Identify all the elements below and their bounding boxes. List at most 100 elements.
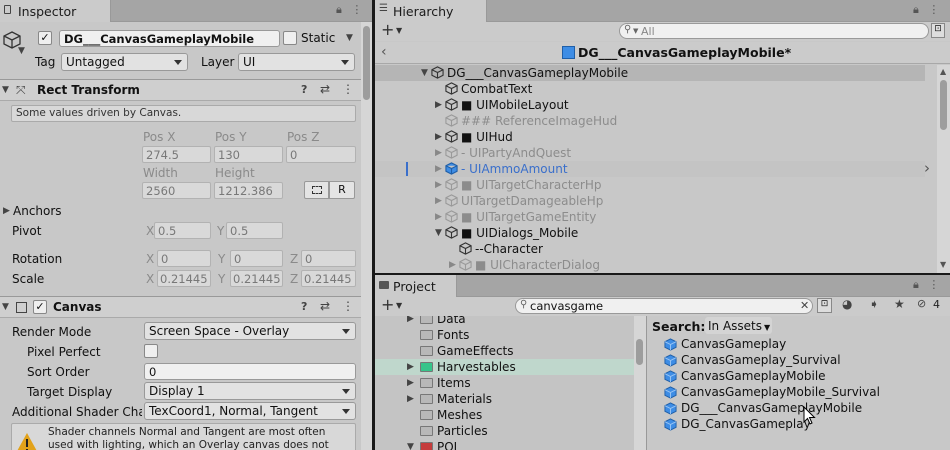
search-scope-dropdown[interactable]: In Assets ▼ (705, 317, 772, 334)
help-icon[interactable]: ? (301, 83, 307, 96)
hierarchy-item[interactable]: CombatText (375, 81, 925, 97)
search-result-item[interactable]: CanvasGameplay (647, 336, 950, 352)
hierarchy-item[interactable]: ▶ ■ UIHud (375, 129, 925, 145)
expand-right-icon[interactable]: ▶ (407, 378, 414, 388)
expand-right-icon[interactable]: ▶ (435, 132, 442, 142)
pos-z-field[interactable]: 0 (286, 146, 356, 163)
hidden-packages-icon[interactable]: ⊘ (917, 297, 926, 310)
canvas-enabled-checkbox[interactable]: ✓ (33, 300, 47, 314)
object-active-checkbox[interactable]: ✓ (38, 31, 52, 45)
canvas-foldout-icon[interactable]: ▼ (2, 302, 9, 312)
rect-transform-header[interactable]: ▼ ⤧ Rect Transform ? ⇄ ⋮ (0, 79, 361, 101)
hierarchy-create-dropdown-icon[interactable]: ▼ (396, 26, 402, 35)
search-result-item[interactable]: CanvasGameplay_Survival (647, 352, 950, 368)
clear-search-icon[interactable]: ✕ (800, 299, 809, 312)
search-result-item[interactable]: CanvasGameplayMobile (647, 368, 950, 384)
canvas-help-icon[interactable]: ? (301, 300, 307, 313)
hierarchy-item[interactable]: ▶ - UIPartyAndQuest (375, 145, 925, 161)
hierarchy-search-field[interactable]: ⚲ ▼ All (619, 23, 929, 39)
static-checkbox[interactable] (283, 31, 297, 45)
back-arrow-icon[interactable]: ‹ (381, 44, 387, 60)
expand-right-icon[interactable]: ▶ (407, 362, 414, 372)
folder-scrollbar[interactable] (634, 316, 646, 450)
expand-down-icon[interactable]: ▼ (435, 228, 442, 238)
hierarchy-menu-icon[interactable]: ⋮ (928, 3, 939, 16)
folder-item[interactable]: GameEffects (375, 343, 634, 359)
tab-project[interactable]: Project (375, 275, 457, 297)
search-result-item[interactable]: CanvasGameplayMobile_Survival (647, 384, 950, 400)
lock-icon[interactable]: 🔒︎ (336, 3, 342, 16)
expand-right-icon[interactable]: ▶ (435, 100, 442, 110)
expand-right-icon[interactable]: ▶ (435, 180, 442, 190)
layer-dropdown[interactable]: UI (238, 53, 355, 71)
search-by-type-icon[interactable]: ⊡ (817, 298, 832, 313)
folder-item[interactable]: Particles (375, 423, 634, 439)
expand-right-icon[interactable]: ▶ (435, 212, 442, 222)
project-create-icon[interactable]: + (381, 295, 394, 314)
hierarchy-item[interactable]: ▶ ■ UICharacterDialog (375, 257, 925, 273)
expand-right-icon[interactable]: ▶ (449, 260, 456, 270)
kebab-menu-icon[interactable]: ⋮ (351, 3, 362, 16)
hierarchy-item[interactable]: ▼ DG___CanvasGameplayMobile (375, 65, 925, 81)
pixel-perfect-checkbox[interactable] (144, 344, 158, 358)
hierarchy-item[interactable]: ▶ UITargetDamageableHp (375, 193, 925, 209)
hierarchy-create-icon[interactable]: + (381, 20, 394, 39)
blueprint-mode-button[interactable] (304, 181, 329, 199)
presets-icon[interactable]: ⇄ (320, 82, 330, 96)
project-lock-icon[interactable]: 🔒︎ (913, 278, 919, 291)
hierarchy-item[interactable]: ▶ - UIAmmoAmount › (375, 159, 930, 177)
anchors-label[interactable]: Anchors (13, 204, 62, 218)
hierarchy-scroll-down-icon[interactable]: ▼ (940, 260, 946, 269)
expand-right-icon[interactable]: ▶ (435, 164, 442, 174)
render-mode-dropdown[interactable]: Screen Space - Overlay (144, 322, 356, 340)
folder-scroll-thumb[interactable] (636, 339, 643, 365)
object-icon-dropdown-icon[interactable]: ▼ (18, 46, 25, 56)
project-menu-icon[interactable]: ⋮ (928, 278, 939, 291)
tag-dropdown[interactable]: Untagged (61, 53, 188, 71)
inspector-scroll-thumb[interactable] (363, 26, 370, 100)
project-create-dropdown-icon[interactable]: ▼ (396, 301, 402, 310)
hierarchy-filter-icon[interactable]: ⊡ (931, 23, 945, 38)
search-result-item[interactable]: DG___CanvasGameplayMobile (647, 400, 950, 416)
expand-right-icon[interactable]: ▶ (435, 148, 442, 158)
tab-inspector[interactable]: Inspector (0, 0, 111, 22)
anchors-foldout-icon[interactable]: ▶ (3, 206, 10, 216)
raw-edit-button[interactable]: R (329, 181, 355, 199)
hierarchy-item[interactable]: ▶ ■ UITargetGameEntity (375, 209, 925, 225)
folder-item[interactable]: Fonts (375, 327, 634, 343)
expand-right-icon[interactable]: ▶ (407, 394, 414, 404)
hierarchy-item[interactable]: ▼ ■ UIDialogs_Mobile (375, 225, 925, 241)
folder-item[interactable]: ▼ POI (375, 439, 634, 450)
folder-item[interactable]: ▶ Data (375, 316, 634, 327)
project-search-field[interactable]: ⚲ canvasgame ✕ (515, 298, 813, 314)
hierarchy-item[interactable]: ▶ ■ UITargetCharacterHp (375, 177, 925, 193)
hierarchy-item[interactable]: --Character (375, 241, 925, 257)
hierarchy-scroll-up-icon[interactable]: ▲ (940, 67, 946, 76)
shader-channels-dropdown[interactable]: TexCoord1, Normal, Tangent (144, 402, 356, 420)
expand-right-icon[interactable]: ▶ (435, 196, 442, 206)
scene-search-icon[interactable]: ◕ (842, 297, 852, 311)
sort-order-field[interactable]: 0 (144, 363, 356, 380)
hierarchy-item[interactable]: ### ReferenceImageHud (375, 113, 925, 129)
component-menu-icon[interactable]: ⋮ (342, 82, 354, 96)
label-filter-icon[interactable]: ➧ (869, 297, 879, 311)
folder-item[interactable]: ▶ Materials (375, 391, 634, 407)
hierarchy-lock-icon[interactable]: 🔒︎ (913, 3, 919, 16)
folder-item[interactable]: ▶ Items (375, 375, 634, 391)
canvas-presets-icon[interactable]: ⇄ (320, 299, 330, 313)
search-result-item[interactable]: DG_CanvasGameplay (647, 416, 950, 432)
tab-hierarchy[interactable]: ☰ Hierarchy (375, 0, 487, 22)
chevron-right-icon[interactable]: › (924, 159, 930, 177)
hierarchy-item[interactable]: ▶ ■ UIMobileLayout (375, 97, 925, 113)
favorites-star-icon[interactable]: ★ (894, 297, 905, 311)
static-dropdown-icon[interactable]: ▼ (346, 33, 353, 43)
folder-item[interactable]: ▶ Harvestables (375, 359, 634, 375)
object-name-field[interactable]: DG___CanvasGameplayMobile (59, 30, 280, 47)
canvas-menu-icon[interactable]: ⋮ (342, 299, 354, 313)
folder-item[interactable]: Meshes (375, 407, 634, 423)
hierarchy-scroll-thumb[interactable] (940, 80, 947, 130)
expand-right-icon[interactable]: ▶ (407, 316, 414, 324)
target-display-dropdown[interactable]: Display 1 (144, 382, 356, 400)
expand-down-icon[interactable]: ▼ (421, 68, 428, 78)
expand-down-icon[interactable]: ▼ (407, 442, 414, 450)
